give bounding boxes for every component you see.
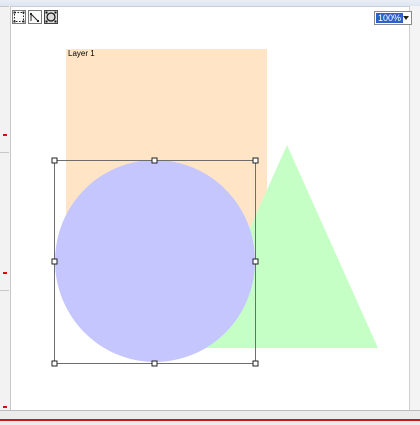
resize-handle-nw[interactable]: [51, 157, 58, 164]
status-bar-accent: [0, 419, 420, 421]
resize-handle-e[interactable]: [252, 258, 259, 265]
resize-handle-ne[interactable]: [252, 157, 259, 164]
resize-handle-n[interactable]: [151, 157, 158, 164]
circle-shape[interactable]: [55, 160, 255, 362]
canvas-window: 100% Layer 1: [0, 0, 420, 425]
resize-handle-s[interactable]: [151, 360, 158, 367]
drawing-canvas[interactable]: [0, 0, 420, 424]
resize-handle-sw[interactable]: [51, 360, 58, 367]
resize-handle-w[interactable]: [51, 258, 58, 265]
resize-handle-se[interactable]: [252, 360, 259, 367]
status-bar: [0, 410, 420, 425]
layer-label: Layer 1: [68, 49, 95, 58]
